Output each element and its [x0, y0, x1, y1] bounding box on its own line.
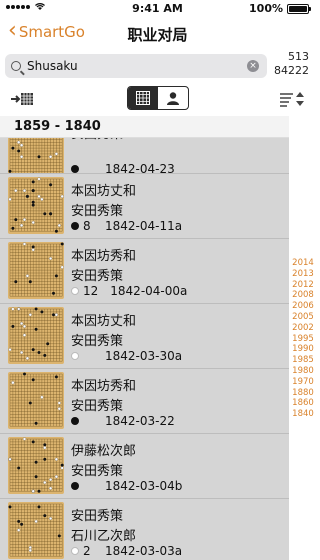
view-mode-segmented-control[interactable]: [127, 86, 189, 110]
player-black: 本因坊秀和: [71, 249, 137, 264]
year-index-item[interactable]: 2006: [291, 301, 315, 311]
game-date: 1842-03-04b: [105, 479, 183, 493]
toolbar: [0, 82, 315, 116]
grid-icon: [136, 91, 150, 105]
person-icon: [167, 92, 179, 105]
year-index-item[interactable]: 2012: [291, 280, 315, 290]
year-index-item[interactable]: 1990: [291, 344, 315, 354]
year-index-item[interactable]: 2008: [291, 290, 315, 300]
search-input[interactable]: Shusaku: [27, 59, 78, 73]
result-moves: 8: [83, 219, 91, 233]
segment-player[interactable]: [158, 87, 188, 109]
game-meta: 8 1842-04-11a: [71, 219, 182, 233]
year-index-item[interactable]: 1860: [291, 398, 315, 408]
game-meta: 2 1842-03-03a: [71, 544, 182, 558]
year-index[interactable]: 2014 2013 2012 2008 2006 2005 2002 1995 1990 1985…: [289, 116, 315, 560]
board-thumbnail: [8, 372, 64, 429]
game-date: 1842-03-22: [105, 414, 175, 428]
year-index-item[interactable]: 2002: [291, 323, 315, 333]
import-board-icon[interactable]: [10, 91, 34, 107]
search-field[interactable]: Shusaku ×: [5, 54, 267, 78]
board-thumbnail: [8, 437, 64, 494]
white-stone-icon: [71, 547, 79, 555]
game-row[interactable]: 安田秀策石川乙次郎 2 1842-03-03a: [0, 498, 289, 560]
game-date: 1842-04-11a: [105, 219, 183, 233]
battery-status: 100%: [249, 2, 311, 15]
game-date: 1842-03-03a: [105, 544, 183, 558]
black-stone-icon: [71, 165, 79, 173]
game-date: 1842-03-30a: [105, 349, 183, 363]
year-index-item[interactable]: 1880: [291, 388, 315, 398]
year-index-item[interactable]: 1840: [291, 409, 315, 419]
game-list[interactable]: 安田秀策1842-04-23本因坊丈和安田秀策81842-04-11a本因坊秀和…: [0, 138, 289, 560]
player-white: 石川乙次郎: [71, 529, 137, 544]
player-white: 安田秀策: [71, 334, 124, 349]
game-meta: 12 1842-04-00a: [71, 284, 187, 298]
player-black: 安田秀策: [71, 138, 123, 142]
game-meta: 1842-03-22: [71, 414, 175, 428]
section-header: 1859 - 1840: [0, 116, 289, 138]
game-row[interactable]: 本因坊丈和安田秀策 1842-03-30a: [0, 303, 289, 368]
year-index-item[interactable]: 1970: [291, 377, 315, 387]
player-black: 本因坊秀和: [71, 379, 137, 394]
year-index-item[interactable]: 1995: [291, 334, 315, 344]
player-black: 安田秀策: [71, 509, 124, 524]
black-stone-icon: [71, 417, 79, 425]
player-white: 安田秀策: [71, 399, 124, 414]
total-count: 84222: [274, 64, 309, 77]
sort-icon[interactable]: [279, 91, 307, 107]
year-index-item[interactable]: 2013: [291, 269, 315, 279]
game-row[interactable]: 本因坊秀和安田秀策 1842-03-22: [0, 368, 289, 433]
search-icon: [11, 61, 21, 71]
result-moves: 12: [83, 284, 99, 298]
game-row[interactable]: 本因坊秀和安田秀策 12 1842-04-00a: [0, 238, 289, 303]
board-thumbnail: [8, 138, 64, 177]
status-bar: 9:41 AM 100%: [0, 0, 315, 16]
game-row[interactable]: 伊藤松次郎安田秀策 1842-03-04b: [0, 433, 289, 498]
year-index-item[interactable]: 1985: [291, 355, 315, 365]
player-white: 安田秀策: [71, 204, 124, 219]
player-white: 安田秀策: [71, 269, 124, 284]
game-counts: 513 84222: [274, 50, 309, 78]
player-white: 安田秀策: [71, 464, 124, 479]
result-moves: 2: [83, 544, 91, 558]
board-thumbnail: [8, 177, 64, 234]
search-row: Shusaku × 513 84222: [0, 50, 315, 82]
player-black: 本因坊丈和: [71, 184, 137, 199]
game-date: 1842-04-00a: [110, 284, 188, 298]
board-thumbnail: [8, 242, 64, 299]
game-row[interactable]: 本因坊丈和安田秀策 8 1842-04-11a: [0, 173, 289, 238]
white-stone-icon: [71, 352, 79, 360]
matching-count: 513: [288, 50, 309, 63]
player-black: 本因坊丈和: [71, 314, 137, 329]
black-stone-icon: [71, 222, 79, 230]
board-thumbnail: [8, 307, 64, 364]
black-stone-icon: [71, 482, 79, 490]
navigation-bar: ‹ SmartGo 职业对局: [0, 16, 315, 50]
game-meta: 1842-03-04b: [71, 479, 182, 493]
game-meta: 1842-03-30a: [71, 349, 182, 363]
clear-search-icon[interactable]: ×: [247, 60, 259, 72]
year-index-item[interactable]: 2005: [291, 312, 315, 322]
page-title: 职业对局: [127, 26, 188, 44]
year-index-item[interactable]: 2014: [291, 258, 315, 268]
board-thumbnail: [8, 502, 64, 559]
white-stone-icon: [71, 287, 79, 295]
player-black: 伊藤松次郎: [71, 444, 137, 459]
segment-grid[interactable]: [128, 87, 158, 109]
battery-icon: [287, 3, 311, 14]
battery-percent: 100%: [249, 2, 283, 15]
year-index-item[interactable]: 1980: [291, 366, 315, 376]
